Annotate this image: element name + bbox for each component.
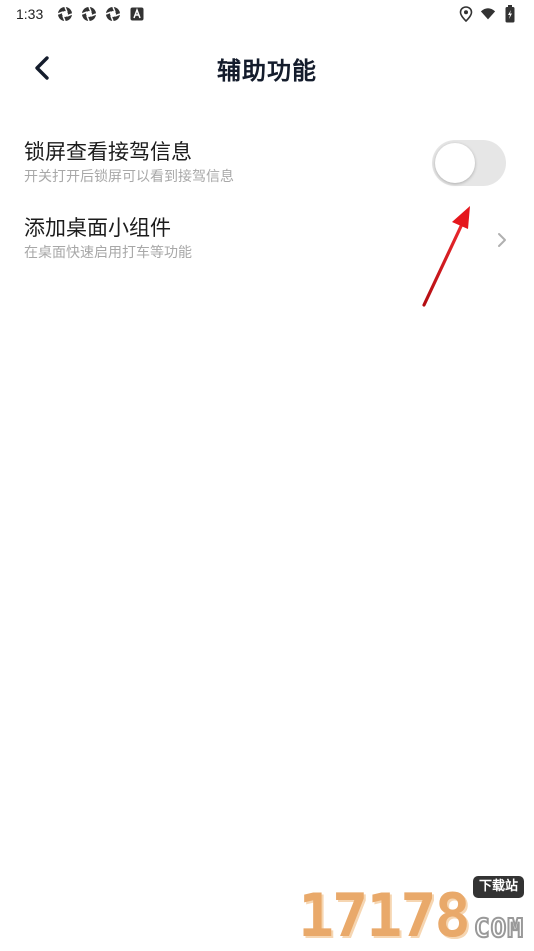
aperture-icon — [57, 6, 73, 22]
status-bar: 1:33 — [0, 0, 534, 28]
page-title: 辅助功能 — [217, 56, 317, 85]
lockscreen-pickup-toggle[interactable] — [432, 140, 506, 186]
chevron-left-icon — [35, 56, 49, 80]
settings-list: 锁屏查看接驾信息 开关打开后锁屏可以看到接驾信息 添加桌面小组件 在桌面快速启用… — [0, 128, 534, 280]
watermark-logo: 17178 下载站 COM — [298, 876, 528, 946]
wifi-icon — [480, 6, 496, 22]
status-time: 1:33 — [16, 6, 44, 22]
location-icon — [458, 6, 474, 22]
header: 辅助功能 — [0, 40, 534, 96]
watermark-badge: 下载站 — [472, 876, 524, 898]
setting-description: 在桌面快速启用打车等功能 — [24, 245, 192, 261]
watermark-suffix: COM — [473, 913, 524, 945]
watermark-digits: 17178 — [298, 881, 471, 951]
setting-row-lockscreen-pickup-info: 锁屏查看接驾信息 开关打开后锁屏可以看到接驾信息 — [0, 128, 534, 204]
battery-icon — [502, 5, 518, 23]
status-right — [458, 5, 518, 23]
back-button[interactable] — [22, 48, 62, 88]
setting-title: 添加桌面小组件 — [24, 216, 171, 240]
aperture-icon — [81, 6, 97, 22]
setting-row-add-widget[interactable]: 添加桌面小组件 在桌面快速启用打车等功能 — [0, 204, 534, 280]
a-box-icon — [129, 6, 145, 22]
status-left: 1:33 — [16, 6, 145, 22]
chevron-right-icon — [498, 233, 506, 247]
toggle-knob — [435, 143, 475, 183]
aperture-icon — [105, 6, 121, 22]
